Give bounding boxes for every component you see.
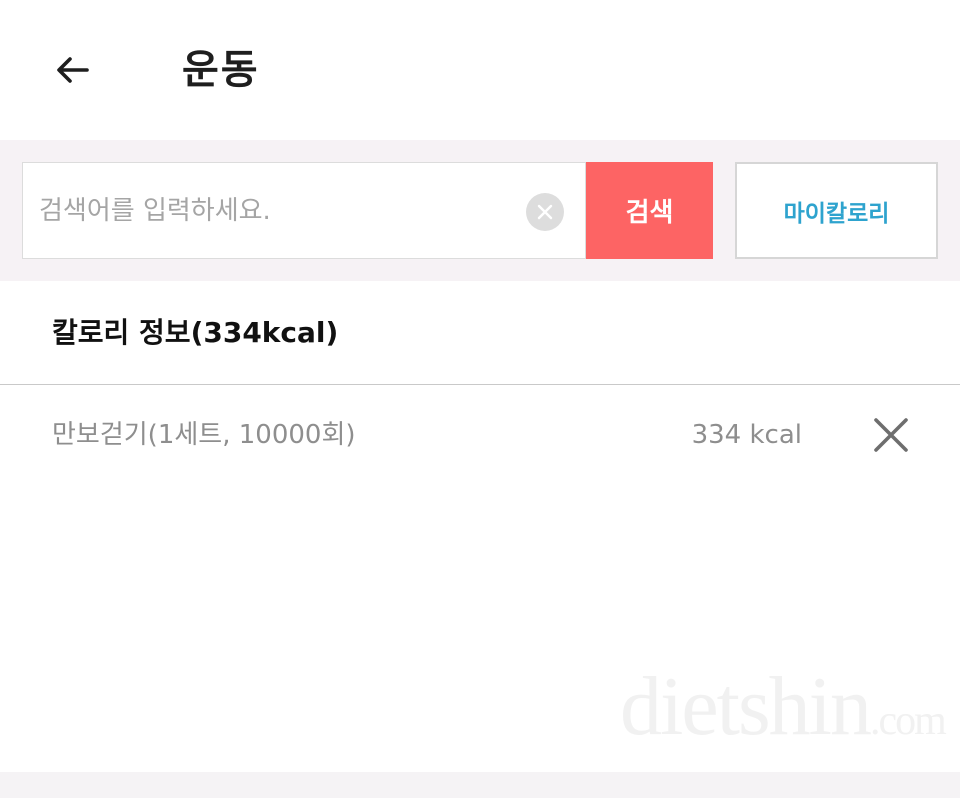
list-item: 만보걷기(1세트, 10000회) 334 kcal	[0, 386, 960, 482]
calorie-info-header: 칼로리 정보(334kcal)	[0, 281, 960, 385]
back-button[interactable]	[50, 50, 94, 90]
close-circle-icon	[537, 204, 553, 220]
close-icon	[874, 418, 908, 452]
search-button[interactable]: 검색	[586, 162, 713, 259]
bottom-divider	[0, 772, 960, 798]
page-title: 운동	[182, 47, 260, 93]
exercise-kcal: 334 kcal	[691, 420, 802, 450]
exercise-name: 만보걷기(1세트, 10000회)	[52, 420, 356, 450]
watermark-logo: dietshin.com	[620, 660, 947, 766]
delete-exercise-button[interactable]	[870, 414, 912, 456]
arrow-left-icon	[57, 57, 89, 83]
clear-search-button[interactable]	[526, 193, 564, 231]
app-header: 운동	[0, 0, 960, 140]
watermark-suffix: .com	[870, 698, 947, 744]
my-calorie-button[interactable]: 마이칼로리	[735, 162, 938, 259]
calorie-info-title: 칼로리 정보(334kcal)	[52, 313, 338, 353]
calorie-info-label: 칼로리 정보	[52, 316, 191, 349]
calorie-total: (334kcal)	[190, 316, 339, 349]
search-input[interactable]	[39, 163, 519, 258]
search-bar: 검색 마이칼로리	[0, 140, 960, 281]
search-box	[22, 162, 586, 259]
watermark-brand: dietshin	[620, 660, 872, 753]
